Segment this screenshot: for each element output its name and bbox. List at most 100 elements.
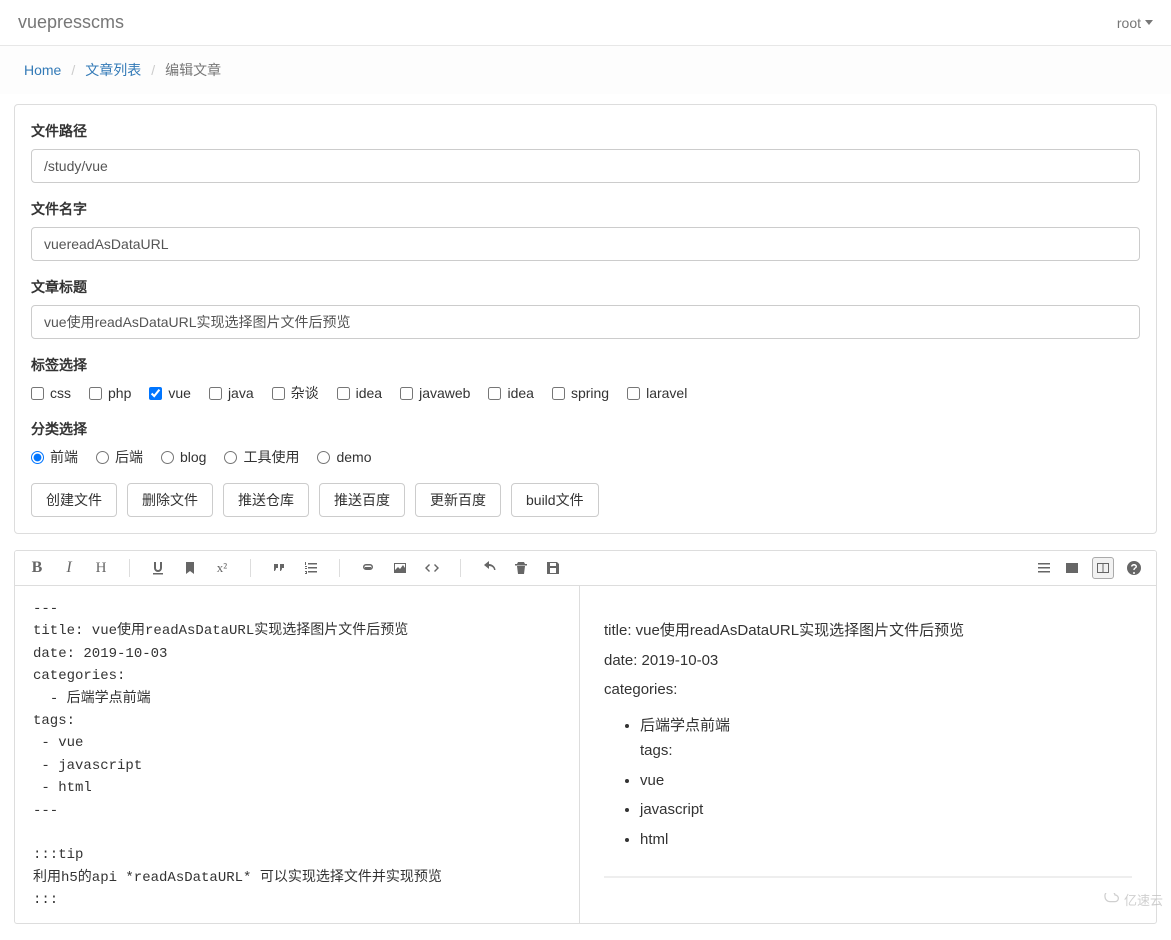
file-name-group: 文件名字 bbox=[31, 199, 1140, 261]
category-label: 工具使用 bbox=[243, 447, 299, 467]
split-view-icon[interactable] bbox=[1092, 557, 1114, 579]
tag-label: css bbox=[50, 385, 71, 401]
list-ol-icon[interactable] bbox=[303, 560, 319, 576]
tag-label: vue bbox=[168, 385, 191, 401]
article-title-input[interactable] bbox=[31, 305, 1140, 339]
undo-icon[interactable] bbox=[481, 560, 497, 576]
create-file-button[interactable]: 创建文件 bbox=[31, 483, 117, 517]
tag-option[interactable]: css bbox=[31, 385, 71, 401]
tag-option[interactable]: idea bbox=[488, 385, 533, 401]
tag-checkbox[interactable] bbox=[31, 387, 44, 400]
tag-label: 杂谈 bbox=[291, 383, 319, 403]
editor-source[interactable]: --- title: vue使用readAsDataURL实现选择图片文件后预览… bbox=[15, 586, 580, 923]
tag-option[interactable]: vue bbox=[149, 385, 191, 401]
tag-option[interactable]: php bbox=[89, 385, 131, 401]
preview-categories: categories: bbox=[604, 677, 1132, 703]
italic-icon[interactable]: I bbox=[61, 560, 77, 576]
user-dropdown[interactable]: root bbox=[1117, 15, 1153, 31]
category-option[interactable]: blog bbox=[161, 449, 206, 465]
preview-date: date: 2019-10-03 bbox=[604, 648, 1132, 674]
push-repo-button[interactable]: 推送仓库 bbox=[223, 483, 309, 517]
tag-checkbox[interactable] bbox=[89, 387, 102, 400]
category-group: 分类选择 前端后端 blog 工具使用 demo bbox=[31, 419, 1140, 467]
image-icon[interactable] bbox=[392, 560, 408, 576]
tag-checkbox[interactable] bbox=[272, 387, 285, 400]
tag-option[interactable]: java bbox=[209, 385, 254, 401]
tag-label: java bbox=[228, 385, 254, 401]
breadcrumb-home[interactable]: Home bbox=[24, 62, 61, 78]
push-baidu-button[interactable]: 推送百度 bbox=[319, 483, 405, 517]
toolbar-separator bbox=[250, 559, 251, 577]
file-path-group: 文件路径 bbox=[31, 121, 1140, 183]
category-option[interactable]: 工具使用 bbox=[224, 447, 299, 467]
category-radio[interactable] bbox=[31, 451, 44, 464]
category-label: demo bbox=[336, 449, 371, 465]
tag-label: laravel bbox=[646, 385, 687, 401]
tag-label: idea bbox=[507, 385, 533, 401]
tag-checkbox[interactable] bbox=[627, 387, 640, 400]
tag-checkbox[interactable] bbox=[400, 387, 413, 400]
tag-option[interactable]: spring bbox=[552, 385, 609, 401]
tag-option[interactable]: javaweb bbox=[400, 385, 470, 401]
tag-label: spring bbox=[571, 385, 609, 401]
window-icon[interactable] bbox=[1064, 560, 1080, 576]
tags-row: css php vue java 杂谈 idea javaweb idea spring lara… bbox=[31, 383, 1140, 403]
underline-icon[interactable] bbox=[150, 560, 166, 576]
category-radio[interactable] bbox=[224, 451, 237, 464]
tag-checkbox[interactable] bbox=[209, 387, 222, 400]
preview-list: 后端学点前端tags: vue javascript html bbox=[604, 713, 1132, 853]
bookmark-icon[interactable] bbox=[182, 560, 198, 576]
category-option[interactable]: demo bbox=[317, 449, 371, 465]
markdown-editor: B I H x² --- title: vue使用readAs bbox=[14, 550, 1157, 924]
user-name: root bbox=[1117, 15, 1141, 31]
editor-toolbar: B I H x² bbox=[15, 551, 1156, 586]
tag-option[interactable]: 杂谈 bbox=[272, 383, 319, 403]
category-label: blog bbox=[180, 449, 206, 465]
list-item: vue bbox=[640, 768, 1132, 794]
breadcrumb-list[interactable]: 文章列表 bbox=[85, 60, 141, 80]
article-title-group: 文章标题 bbox=[31, 277, 1140, 339]
article-title-label: 文章标题 bbox=[31, 277, 1140, 297]
tag-checkbox[interactable] bbox=[488, 387, 501, 400]
file-path-label: 文件路径 bbox=[31, 121, 1140, 141]
help-icon[interactable] bbox=[1126, 560, 1142, 576]
breadcrumb-separator: / bbox=[61, 62, 85, 78]
tag-checkbox[interactable] bbox=[149, 387, 162, 400]
code-icon[interactable] bbox=[424, 560, 440, 576]
editor-body: --- title: vue使用readAsDataURL实现选择图片文件后预览… bbox=[15, 586, 1156, 923]
tag-checkbox[interactable] bbox=[552, 387, 565, 400]
category-radio[interactable] bbox=[96, 451, 109, 464]
update-baidu-button[interactable]: 更新百度 bbox=[415, 483, 501, 517]
build-file-button[interactable]: build文件 bbox=[511, 483, 599, 517]
tag-label: idea bbox=[356, 385, 382, 401]
tag-option[interactable]: laravel bbox=[627, 385, 687, 401]
category-label: 分类选择 bbox=[31, 419, 1140, 439]
file-name-input[interactable] bbox=[31, 227, 1140, 261]
category-option[interactable]: 前端 bbox=[31, 447, 78, 467]
delete-file-button[interactable]: 删除文件 bbox=[127, 483, 213, 517]
tag-option[interactable]: idea bbox=[337, 385, 382, 401]
toolbar-left: B I H x² bbox=[29, 559, 561, 577]
tag-label: php bbox=[108, 385, 131, 401]
link-icon[interactable] bbox=[360, 560, 376, 576]
preview-hr bbox=[604, 876, 1132, 878]
file-path-input[interactable] bbox=[31, 149, 1140, 183]
breadcrumb-container: Home / 文章列表 / 编辑文章 bbox=[0, 46, 1171, 94]
toc-icon[interactable] bbox=[1036, 560, 1052, 576]
category-radio[interactable] bbox=[161, 451, 174, 464]
trash-icon[interactable] bbox=[513, 560, 529, 576]
quote-icon[interactable] bbox=[271, 560, 287, 576]
category-option[interactable]: 后端 bbox=[96, 447, 143, 467]
toolbar-separator bbox=[339, 559, 340, 577]
action-buttons: 创建文件 删除文件 推送仓库 推送百度 更新百度 build文件 bbox=[31, 483, 1140, 517]
watermark: 亿速云 bbox=[1100, 890, 1163, 909]
navbar-brand[interactable]: vuepresscms bbox=[18, 12, 124, 33]
category-radio[interactable] bbox=[317, 451, 330, 464]
bold-icon[interactable]: B bbox=[29, 560, 45, 576]
tag-label: javaweb bbox=[419, 385, 470, 401]
tags-group: 标签选择 cssphpvuejava杂谈ideajavawebideasprin… bbox=[31, 355, 1140, 403]
heading-icon[interactable]: H bbox=[93, 560, 109, 576]
tag-checkbox[interactable] bbox=[337, 387, 350, 400]
superscript-icon[interactable]: x² bbox=[214, 560, 230, 576]
save-icon[interactable] bbox=[545, 560, 561, 576]
